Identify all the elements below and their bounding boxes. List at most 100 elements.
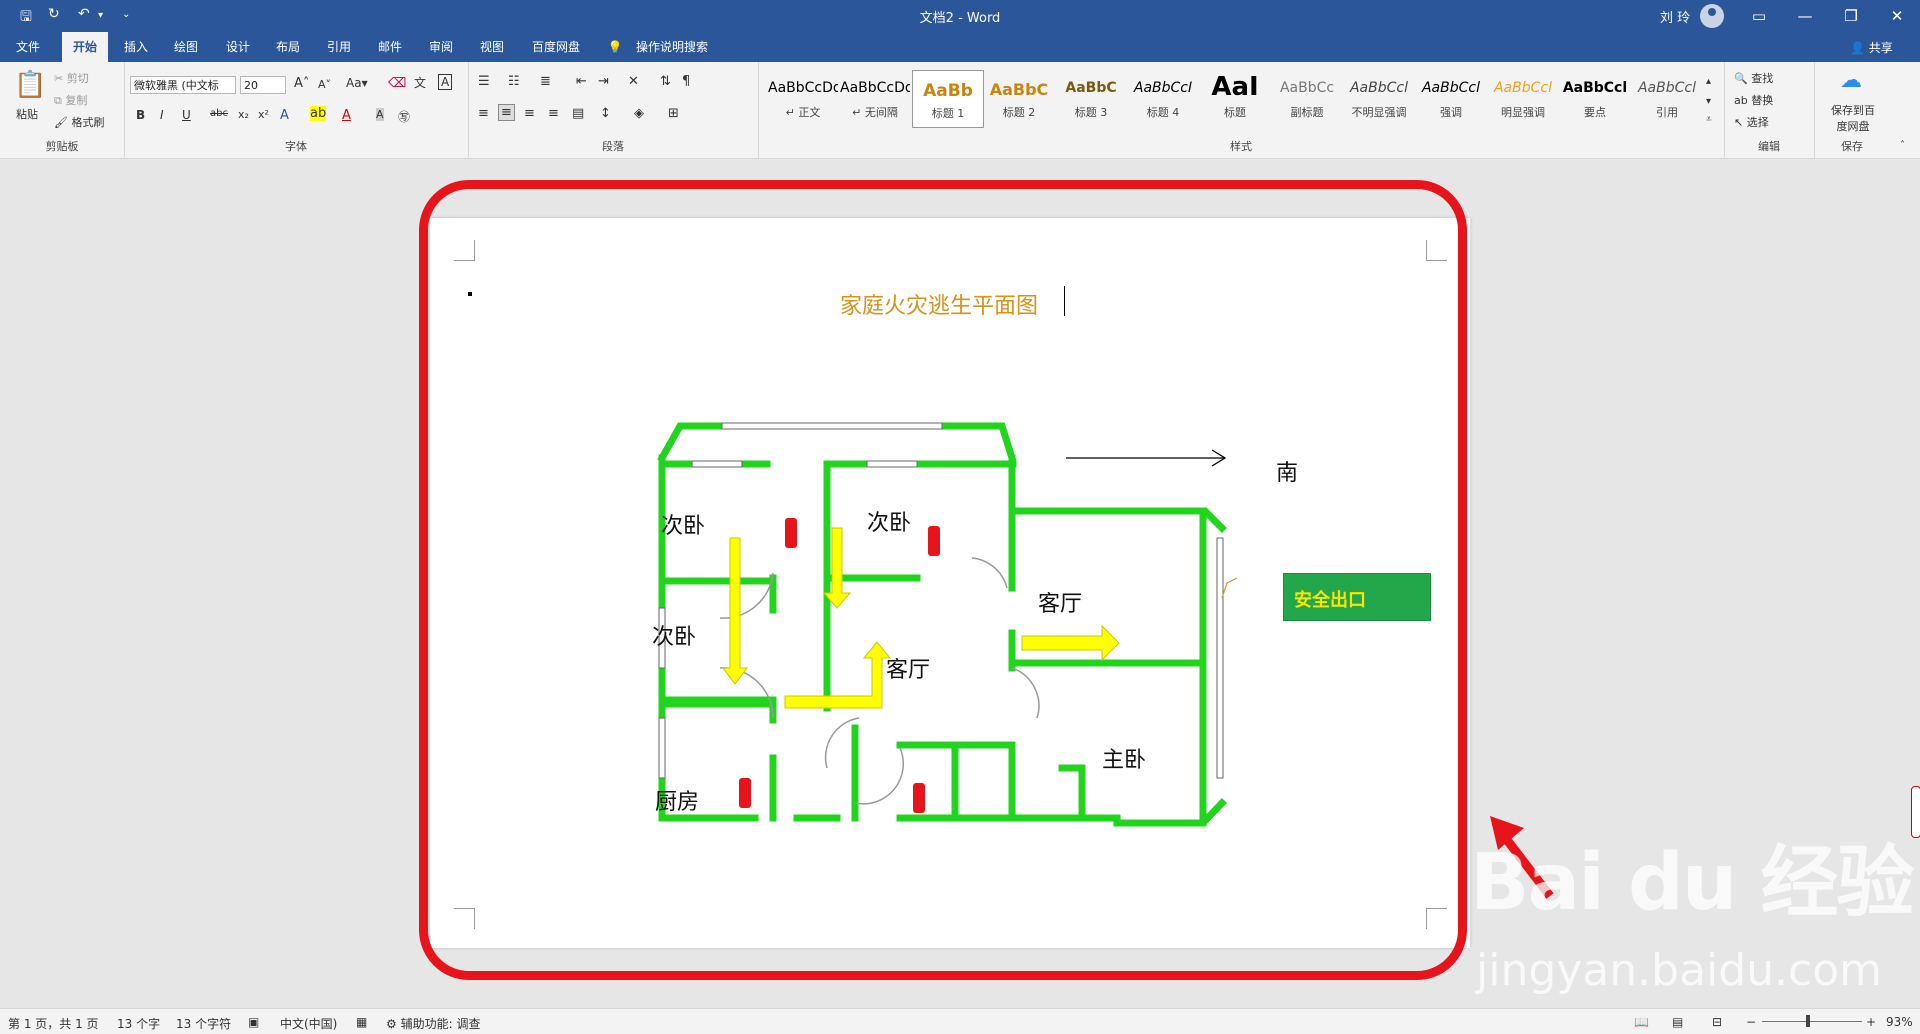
read-mode-icon[interactable]: 📖 bbox=[1634, 1015, 1649, 1029]
save-to-baidu-button[interactable]: 保存到百度网盘 bbox=[1826, 102, 1880, 134]
style-heading-3[interactable]: AaBbC 标题 3 bbox=[1056, 70, 1126, 126]
distributed-icon[interactable]: ▤ bbox=[572, 106, 584, 121]
style-intense-emphasis[interactable]: AaBbCcl 明显强调 bbox=[1488, 70, 1558, 126]
tab-design[interactable]: 设计 bbox=[218, 32, 258, 62]
print-layout-icon[interactable]: ▤ bbox=[1672, 1015, 1683, 1029]
proofing-icon[interactable]: ▣ bbox=[248, 1015, 259, 1029]
restore-button[interactable]: ❐ bbox=[1828, 0, 1874, 32]
cut-button[interactable]: ✂ 剪切 bbox=[54, 70, 89, 86]
baidu-cloud-icon[interactable]: ☁ bbox=[1840, 68, 1862, 93]
numbering-icon[interactable]: ☷ bbox=[508, 74, 520, 89]
tab-insert[interactable]: 插入 bbox=[116, 32, 156, 62]
align-left-icon[interactable]: ≡ bbox=[478, 106, 489, 121]
minimize-button[interactable]: — bbox=[1782, 0, 1828, 32]
clear-formatting-icon[interactable]: ⌫ bbox=[388, 76, 406, 91]
tell-me-search[interactable]: 操作说明搜索 bbox=[630, 32, 714, 62]
strikethrough-icon[interactable]: abc bbox=[210, 108, 228, 119]
zoom-out-button[interactable]: − bbox=[1746, 1015, 1756, 1029]
bullets-icon[interactable]: ☰ bbox=[478, 74, 490, 89]
tab-baidu-netdisk[interactable]: 百度网盘 bbox=[526, 32, 586, 62]
avatar[interactable] bbox=[1700, 4, 1724, 28]
style-heading-4[interactable]: AaBbCcI 标题 4 bbox=[1128, 70, 1198, 126]
subscript-icon[interactable]: x₂ bbox=[238, 108, 249, 121]
find-button[interactable]: 🔍 查找 bbox=[1734, 70, 1773, 86]
char-count[interactable]: 13 个字符 bbox=[176, 1015, 231, 1032]
chinese-layout-icon[interactable]: ✕ bbox=[628, 74, 639, 89]
paste-button[interactable]: 粘贴 bbox=[16, 106, 38, 122]
font-name-combo[interactable]: 微软雅黑 (中文标 bbox=[130, 76, 236, 94]
zoom-level[interactable]: 93% bbox=[1886, 1015, 1913, 1029]
style-quote[interactable]: AaBbCcl 引用 bbox=[1632, 70, 1702, 126]
show-marks-icon[interactable]: ¶ bbox=[682, 74, 690, 89]
font-color-icon[interactable]: A bbox=[342, 108, 351, 123]
tab-layout[interactable]: 布局 bbox=[268, 32, 308, 62]
tab-draw[interactable]: 绘图 bbox=[166, 32, 206, 62]
style-strong[interactable]: AaBbCcl 要点 bbox=[1560, 70, 1630, 126]
style-name: 标题 bbox=[1224, 106, 1246, 119]
shading-icon[interactable]: ◈ bbox=[634, 106, 644, 121]
close-button[interactable]: ✕ bbox=[1874, 0, 1920, 32]
underline-icon[interactable]: U bbox=[182, 108, 191, 122]
style-normal[interactable]: AaBbCcDd ↵ 正文 bbox=[768, 70, 838, 126]
styles-scroll-down-icon[interactable]: ▾ bbox=[1706, 96, 1711, 107]
increase-indent-icon[interactable]: ⇥ bbox=[598, 74, 609, 89]
grow-font-icon[interactable]: A˄ bbox=[294, 76, 309, 91]
page-count[interactable]: 第 1 页，共 1 页 bbox=[8, 1015, 99, 1032]
tab-mailings[interactable]: 邮件 bbox=[370, 32, 410, 62]
paste-icon[interactable]: 📋 bbox=[14, 70, 46, 100]
macro-icon[interactable]: ▦ bbox=[356, 1015, 367, 1029]
share-button[interactable]: 👤 共享 bbox=[1850, 39, 1893, 56]
accessibility-status[interactable]: ⚙ 辅助功能: 调查 bbox=[386, 1015, 480, 1032]
character-border-icon[interactable]: A bbox=[438, 74, 453, 90]
style-heading-1[interactable]: AaBb 标题 1 bbox=[912, 70, 984, 128]
style-subtle-emphasis[interactable]: AaBbCcl 不明显强调 bbox=[1344, 70, 1414, 126]
ribbon-display-options-button[interactable]: ▭ bbox=[1736, 0, 1782, 32]
change-case-icon[interactable]: Aa▾ bbox=[346, 76, 368, 90]
superscript-icon[interactable]: x² bbox=[258, 108, 269, 121]
styles-more-icon[interactable]: ⩡ bbox=[1706, 114, 1712, 125]
text-effects-icon[interactable]: A bbox=[280, 108, 289, 123]
multilevel-list-icon[interactable]: ≣ bbox=[540, 74, 551, 89]
user-name[interactable]: 刘 玲 bbox=[1660, 7, 1690, 26]
web-layout-icon[interactable]: ⊟ bbox=[1712, 1015, 1722, 1029]
select-button[interactable]: ↖ 选择 bbox=[1734, 114, 1769, 130]
font-size-combo[interactable]: 20 bbox=[240, 76, 286, 94]
justify-icon[interactable]: ≡ bbox=[548, 106, 559, 121]
language-status[interactable]: 中文(中国) bbox=[280, 1015, 337, 1032]
style-preview: AaBb bbox=[923, 81, 973, 101]
style-subtitle[interactable]: AaBbCc 副标题 bbox=[1272, 70, 1342, 126]
align-center-icon[interactable]: ≡ bbox=[498, 104, 515, 121]
word-count[interactable]: 13 个字 bbox=[117, 1015, 160, 1032]
align-right-icon[interactable]: ≡ bbox=[524, 106, 535, 121]
borders-icon[interactable]: ⊞ bbox=[668, 106, 679, 121]
tab-references[interactable]: 引用 bbox=[319, 32, 359, 62]
shrink-font-icon[interactable]: A˅ bbox=[318, 78, 331, 91]
style-heading-2[interactable]: AaBbC 标题 2 bbox=[984, 70, 1054, 126]
tab-view[interactable]: 视图 bbox=[472, 32, 512, 62]
style-title[interactable]: AaI 标题 bbox=[1200, 70, 1270, 126]
tab-review[interactable]: 审阅 bbox=[421, 32, 461, 62]
decrease-indent-icon[interactable]: ⇤ bbox=[576, 74, 587, 89]
tab-home[interactable]: 开始 bbox=[62, 32, 108, 62]
phonetic-guide-icon[interactable]: 文 bbox=[414, 74, 426, 91]
accessibility-icon: ⚙ bbox=[386, 1017, 397, 1031]
zoom-slider-handle[interactable] bbox=[1806, 1015, 1810, 1027]
styles-scroll-up-icon[interactable]: ▴ bbox=[1706, 76, 1711, 87]
zoom-slider[interactable] bbox=[1762, 1021, 1862, 1022]
line-spacing-icon[interactable]: ↕ bbox=[600, 106, 611, 121]
tab-file[interactable]: 文件 bbox=[8, 32, 48, 62]
replace-button[interactable]: ab 替换 bbox=[1734, 92, 1773, 108]
collapse-ribbon-icon[interactable]: ˄ bbox=[1900, 140, 1905, 151]
vertical-scrollbar-thumb[interactable] bbox=[1911, 786, 1920, 838]
enclose-characters-icon[interactable]: ㊢ bbox=[398, 108, 410, 125]
style-no-spacing[interactable]: AaBbCcDd ↵ 无间隔 bbox=[840, 70, 910, 126]
sort-icon[interactable]: ⇅ bbox=[660, 74, 671, 89]
format-painter-button[interactable]: 🖌 格式刷 bbox=[54, 114, 104, 130]
style-emphasis[interactable]: AaBbCcl 强调 bbox=[1416, 70, 1486, 126]
zoom-in-button[interactable]: + bbox=[1866, 1015, 1876, 1029]
italic-icon[interactable]: I bbox=[160, 108, 164, 122]
bold-icon[interactable]: B bbox=[136, 108, 145, 122]
highlight-icon[interactable]: ab bbox=[310, 106, 327, 121]
copy-button[interactable]: ⧉ 复制 bbox=[54, 92, 87, 108]
character-shading-icon[interactable]: A bbox=[376, 108, 384, 121]
